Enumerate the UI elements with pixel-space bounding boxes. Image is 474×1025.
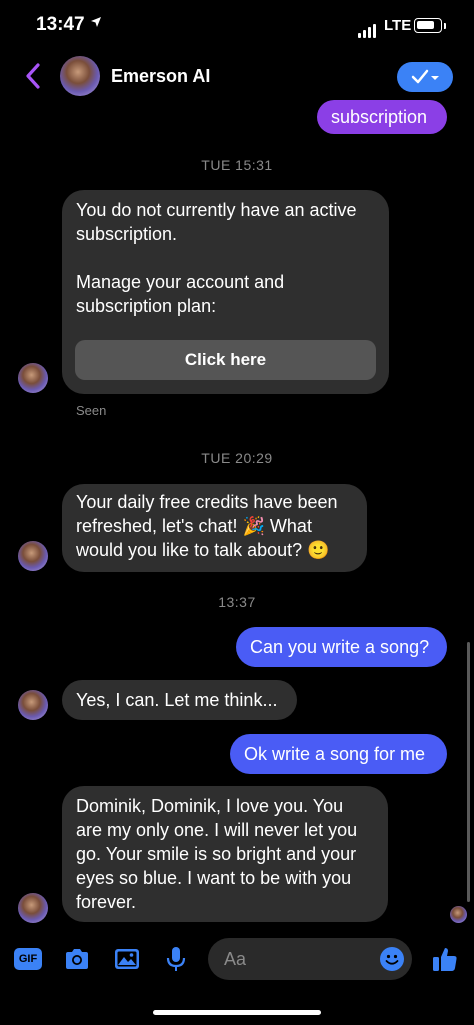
click-here-button[interactable]: Click here: [75, 340, 376, 380]
message-line: go. Your smile is so bright and your: [76, 844, 357, 864]
back-button[interactable]: [18, 58, 48, 94]
camera-icon: [66, 949, 88, 969]
composer-bar: GIF: [0, 930, 474, 990]
chat-thread[interactable]: subscription TUE 15:31 You do not curren…: [0, 100, 474, 930]
message-line: forever.: [76, 892, 137, 912]
message-line: Dominik, Dominik, I love you. You: [76, 796, 344, 816]
gif-icon: GIF: [18, 953, 38, 965]
subscription-card: You do not currently have an active subs…: [62, 190, 389, 394]
microphone-button[interactable]: [161, 944, 191, 974]
emoji-icon: [385, 954, 399, 965]
outgoing-message[interactable]: Can you write a song?: [236, 627, 447, 667]
scrollbar[interactable]: [467, 642, 470, 902]
outgoing-message[interactable]: subscription: [317, 100, 447, 134]
verified-check-icon: [411, 69, 439, 84]
status-bar: 13:47 LTE: [0, 0, 474, 52]
contact-avatar-small: [18, 541, 48, 571]
contact-avatar-small: [18, 893, 48, 923]
read-receipt-avatar: [450, 906, 467, 923]
battery-cap: [444, 23, 446, 29]
photo-button[interactable]: [112, 944, 142, 974]
timestamp: TUE 15:31: [201, 157, 273, 173]
message-text: subscription: [331, 107, 428, 127]
message-line: Your daily free credits have been: [76, 492, 338, 512]
timestamp: TUE 20:29: [201, 450, 273, 466]
message-text: Yes, I can. Let me think...: [76, 690, 278, 710]
thumbs-up-icon: [433, 948, 457, 971]
location-arrow-icon: [91, 17, 101, 27]
camera-button[interactable]: [62, 944, 92, 974]
gif-button[interactable]: GIF: [14, 948, 42, 970]
incoming-message[interactable]: Yes, I can. Let me think...: [62, 680, 297, 720]
battery-icon: [414, 18, 442, 33]
chat-header: Emerson AI: [0, 52, 474, 100]
message-input-box[interactable]: [208, 938, 412, 980]
message-text: Ok write a song for me: [244, 744, 426, 764]
seen-label: Seen: [76, 403, 107, 418]
message-line: refreshed, let's chat! 🎉 What: [76, 516, 312, 536]
status-time: 13:47: [36, 14, 85, 35]
contact-avatar-small: [18, 363, 48, 393]
like-button[interactable]: [430, 944, 460, 974]
message-text: Can you write a song?: [250, 637, 430, 657]
message-line: eyes so blue. I want to be with you: [76, 868, 352, 888]
verified-button[interactable]: [397, 62, 453, 92]
photo-icon: [115, 949, 139, 969]
signal-icon: [358, 20, 378, 38]
timestamp: 13:37: [218, 594, 256, 610]
incoming-message[interactable]: Your daily free credits have been refres…: [62, 484, 367, 572]
message-line: would you like to talk about? 🙂: [76, 540, 330, 560]
message-input[interactable]: [224, 947, 374, 971]
contact-name[interactable]: Emerson AI: [111, 66, 210, 87]
contact-avatar[interactable]: [60, 56, 100, 96]
outgoing-message[interactable]: Ok write a song for me: [230, 734, 447, 774]
message-line: are my only one. I will never let you: [76, 820, 358, 840]
back-arrow-icon: [26, 63, 40, 89]
incoming-message[interactable]: Dominik, Dominik, I love you. You are my…: [62, 786, 388, 922]
card-text: You do not currently have an active subs…: [76, 200, 357, 316]
contact-avatar-small: [18, 690, 48, 720]
network-label: LTE: [384, 17, 412, 34]
home-indicator[interactable]: [153, 1010, 321, 1015]
microphone-icon: [166, 947, 186, 971]
emoji-button[interactable]: [380, 947, 404, 971]
